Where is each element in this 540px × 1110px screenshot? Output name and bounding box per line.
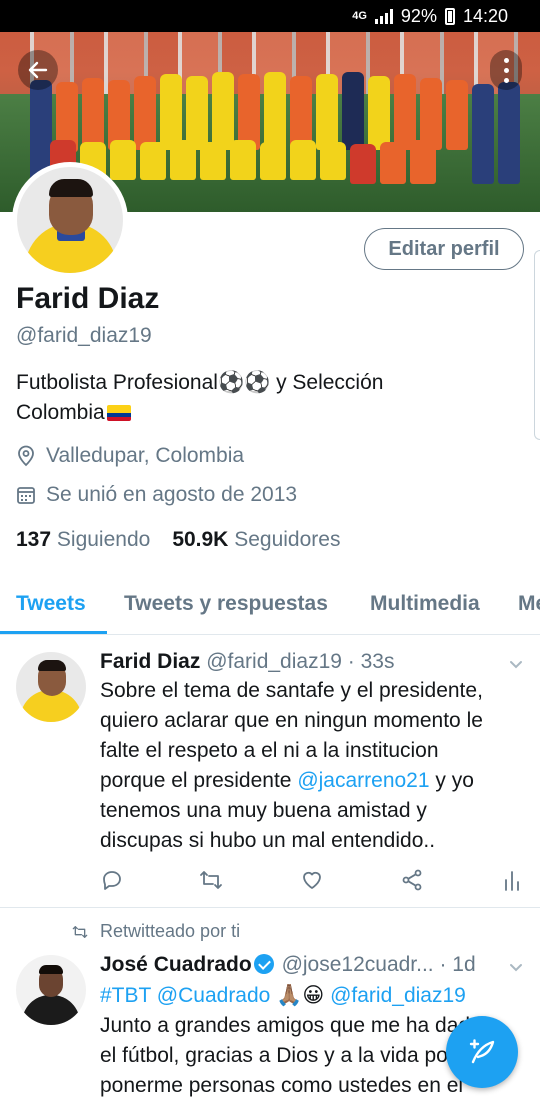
like-icon[interactable]: [300, 868, 324, 892]
compose-tweet-button[interactable]: [446, 1016, 518, 1088]
profile-location: Valledupar, Colombia: [16, 444, 244, 468]
tweet-hashtag-links[interactable]: #TBT @Cuadrado: [100, 984, 270, 1007]
tweet[interactable]: Farid Diaz @farid_diaz19 · 33s Sobre el …: [0, 636, 540, 908]
tweet-author-name: Farid Diaz: [100, 650, 201, 673]
edge-panel-handle[interactable]: [534, 250, 540, 440]
follow-stats: 137 Siguiendo 50.9K Seguidores: [16, 528, 340, 552]
tweet-header: José Cuadrado @jose12cuadr... · 1d: [100, 953, 476, 977]
followers-link[interactable]: 50.9K Seguidores: [172, 528, 340, 552]
tab-tweets[interactable]: Tweets: [16, 592, 86, 616]
profile-avatar[interactable]: [12, 162, 128, 278]
tweet-text: Sobre el tema de santafe y el presidente…: [100, 679, 483, 852]
colombia-flag-icon: [106, 405, 131, 421]
location-text: Valledupar, Colombia: [46, 444, 245, 467]
compose-tweet-icon: [469, 1039, 495, 1064]
tab-media[interactable]: Multimedia: [370, 592, 480, 616]
profile-handle: @farid_diaz19: [16, 324, 152, 347]
retweet-context: Retwitteado por ti: [70, 921, 240, 942]
profile-name: Farid Diaz: [16, 282, 160, 315]
tweet-actions: [100, 868, 524, 894]
bio-text: Futbolista Profesional⚽⚽ y Selección Col…: [16, 371, 384, 424]
tweet-time: · 33s: [347, 650, 395, 673]
share-icon[interactable]: [400, 868, 424, 892]
profile-joined: Se unió en agosto de 2013: [16, 483, 297, 507]
tweet-avatar[interactable]: [16, 652, 86, 722]
analytics-icon[interactable]: [502, 868, 522, 892]
profile-bio: Futbolista Profesional⚽⚽ y Selección Col…: [16, 368, 456, 428]
retweet-context-label: Retwitteado por ti: [100, 921, 241, 941]
following-link[interactable]: 137 Siguiendo: [16, 528, 150, 552]
tweet-mention-link[interactable]: @farid_diaz19: [330, 984, 466, 1007]
battery-icon: [444, 7, 455, 25]
tweet-header: Farid Diaz @farid_diaz19 · 33s: [100, 650, 394, 674]
retweet-small-icon: [72, 925, 88, 938]
calendar-icon: [17, 487, 35, 504]
joined-text: Se unió en agosto de 2013: [46, 483, 298, 506]
tweet-avatar[interactable]: [16, 955, 86, 1025]
tweet-mention-link[interactable]: @jacarreno21: [297, 769, 429, 792]
tweet-author-name: José Cuadrado: [100, 953, 252, 976]
back-arrow-icon: [28, 61, 48, 79]
edit-profile-button[interactable]: Editar perfil: [364, 228, 524, 270]
tab-likes[interactable]: Me: [518, 592, 540, 616]
tweet-time: · 1d: [439, 953, 476, 976]
reply-icon[interactable]: [100, 868, 124, 892]
verified-badge-icon: [253, 954, 274, 974]
retweet-icon[interactable]: [198, 868, 224, 892]
network-indicator: 4G: [352, 10, 367, 22]
clock: 14:20: [462, 5, 508, 26]
signal-icon: [374, 8, 393, 24]
profile-tabs: Tweets Tweets y respuestas Multimedia Me: [0, 580, 540, 635]
status-bar: 4G 92% 14:20: [0, 0, 540, 32]
chevron-down-icon[interactable]: [508, 959, 524, 975]
tweet-author-handle: @jose12cuadr...: [281, 953, 434, 976]
tweet-author-handle: @farid_diaz19: [206, 650, 342, 673]
tweet-emoji: 🙏🏽😀: [276, 984, 325, 1007]
chevron-down-icon[interactable]: [508, 656, 524, 672]
tab-tweets-and-replies[interactable]: Tweets y respuestas: [124, 592, 328, 616]
location-pin-icon: [18, 445, 34, 467]
battery-percent: 92%: [400, 5, 437, 26]
more-vertical-icon: [503, 57, 509, 63]
more-options-button[interactable]: [490, 50, 522, 90]
back-button[interactable]: [18, 50, 58, 90]
active-tab-indicator: [0, 631, 107, 634]
